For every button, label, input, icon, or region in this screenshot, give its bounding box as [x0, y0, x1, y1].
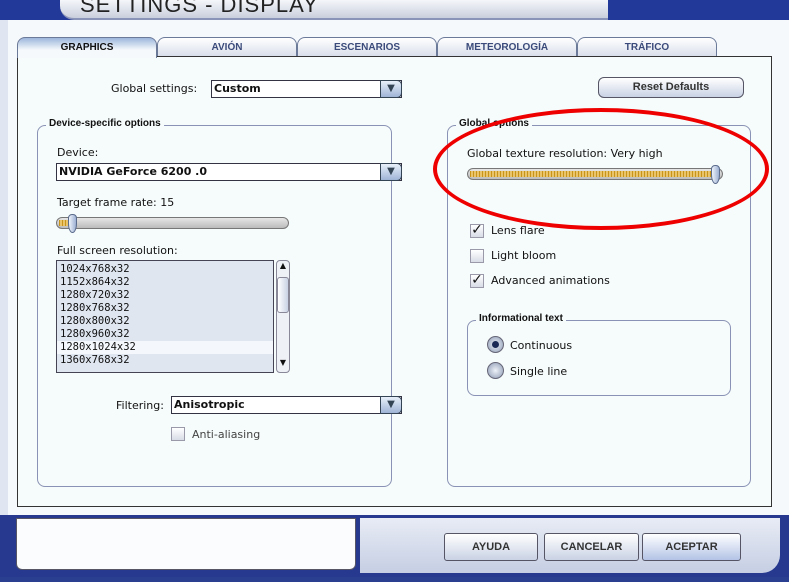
advanced-animations-checkbox[interactable]: ✓ [470, 273, 484, 288]
tab-avion[interactable]: AVIÓN [157, 37, 297, 57]
tab-escenarios[interactable]: ESCENARIOS [297, 37, 437, 57]
help-button[interactable]: AYUDA [444, 533, 538, 561]
reset-defaults-button[interactable]: Reset Defaults [598, 77, 744, 98]
ok-button[interactable]: ACEPTAR [642, 533, 741, 561]
texture-resolution-label: Global texture resolution: Very high [467, 147, 663, 160]
advanced-animations-label: Advanced animations [491, 274, 610, 287]
scroll-thumb[interactable] [277, 277, 289, 313]
global-settings-value: Custom [214, 82, 261, 95]
light-bloom-checkbox[interactable] [470, 249, 484, 263]
tab-meteorologia[interactable]: METEOROLOGÍA [437, 37, 577, 57]
list-item[interactable]: 1280x720x32 [57, 289, 273, 302]
anti-aliasing-label: Anti-aliasing [192, 428, 261, 441]
single-line-radio[interactable] [487, 362, 504, 379]
lens-flare-label: Lens flare [491, 224, 545, 237]
list-item[interactable]: 1280x960x32 [57, 328, 273, 341]
window-title: SETTINGS - DISPLAY [80, 0, 319, 17]
resolution-list[interactable]: 1024x768x32 1152x864x32 1280x720x32 1280x76… [56, 260, 274, 373]
chevron-down-icon[interactable]: ▼ [380, 163, 402, 181]
chevron-down-icon[interactable]: ▼ [380, 396, 402, 414]
continuous-label: Continuous [510, 339, 573, 352]
slider-thumb[interactable] [711, 165, 720, 184]
cancel-button[interactable]: CANCELAR [544, 533, 639, 561]
frame-rate-label: Target frame rate: 15 [57, 196, 175, 209]
filtering-value: Anisotropic [174, 398, 245, 411]
list-item[interactable]: 1280x800x32 [57, 315, 273, 328]
list-item[interactable]: 1280x1024x32 [57, 341, 273, 354]
list-item[interactable]: 1280x768x32 [57, 302, 273, 315]
informational-text-group: Informational text [467, 313, 731, 396]
continuous-radio[interactable] [487, 336, 504, 353]
filtering-label: Filtering: [116, 399, 164, 412]
slider-thumb[interactable] [68, 214, 77, 233]
device-label: Device: [57, 146, 99, 159]
list-item[interactable]: 1152x864x32 [57, 276, 273, 289]
scroll-down-icon[interactable]: ▼ [277, 358, 289, 372]
global-settings-label: Global settings: [111, 82, 198, 95]
resolution-label: Full screen resolution: [57, 244, 178, 257]
texture-resolution-slider[interactable] [467, 165, 723, 184]
light-bloom-label: Light bloom [491, 249, 557, 262]
device-select[interactable]: NVIDIA GeForce 6200 .0 ▼ [56, 163, 402, 181]
slider-fill [470, 171, 717, 177]
filtering-select[interactable]: Anisotropic ▼ [171, 396, 402, 414]
global-settings-select[interactable]: Custom ▼ [211, 80, 402, 98]
list-item[interactable]: 1024x768x32 [57, 263, 273, 276]
frame-rate-slider[interactable] [56, 214, 289, 233]
scrollbar[interactable]: ▲ ▼ [276, 260, 290, 373]
device-value: NVIDIA GeForce 6200 .0 [59, 165, 208, 178]
group-title: Global options [456, 118, 532, 129]
single-line-label: Single line [510, 365, 568, 378]
list-item[interactable]: 1360x768x32 [57, 354, 273, 367]
group-title: Device-specific options [46, 118, 164, 129]
group-title: Informational text [476, 313, 566, 324]
anti-aliasing-checkbox[interactable] [171, 427, 185, 441]
tab-trafico[interactable]: TRÁFICO [577, 37, 717, 57]
lens-flare-checkbox[interactable]: ✓ [470, 223, 484, 238]
scroll-up-icon[interactable]: ▲ [277, 261, 289, 275]
tab-graphics[interactable]: GRAPHICS [17, 37, 157, 58]
chevron-down-icon[interactable]: ▼ [380, 80, 402, 98]
status-box [16, 518, 356, 570]
